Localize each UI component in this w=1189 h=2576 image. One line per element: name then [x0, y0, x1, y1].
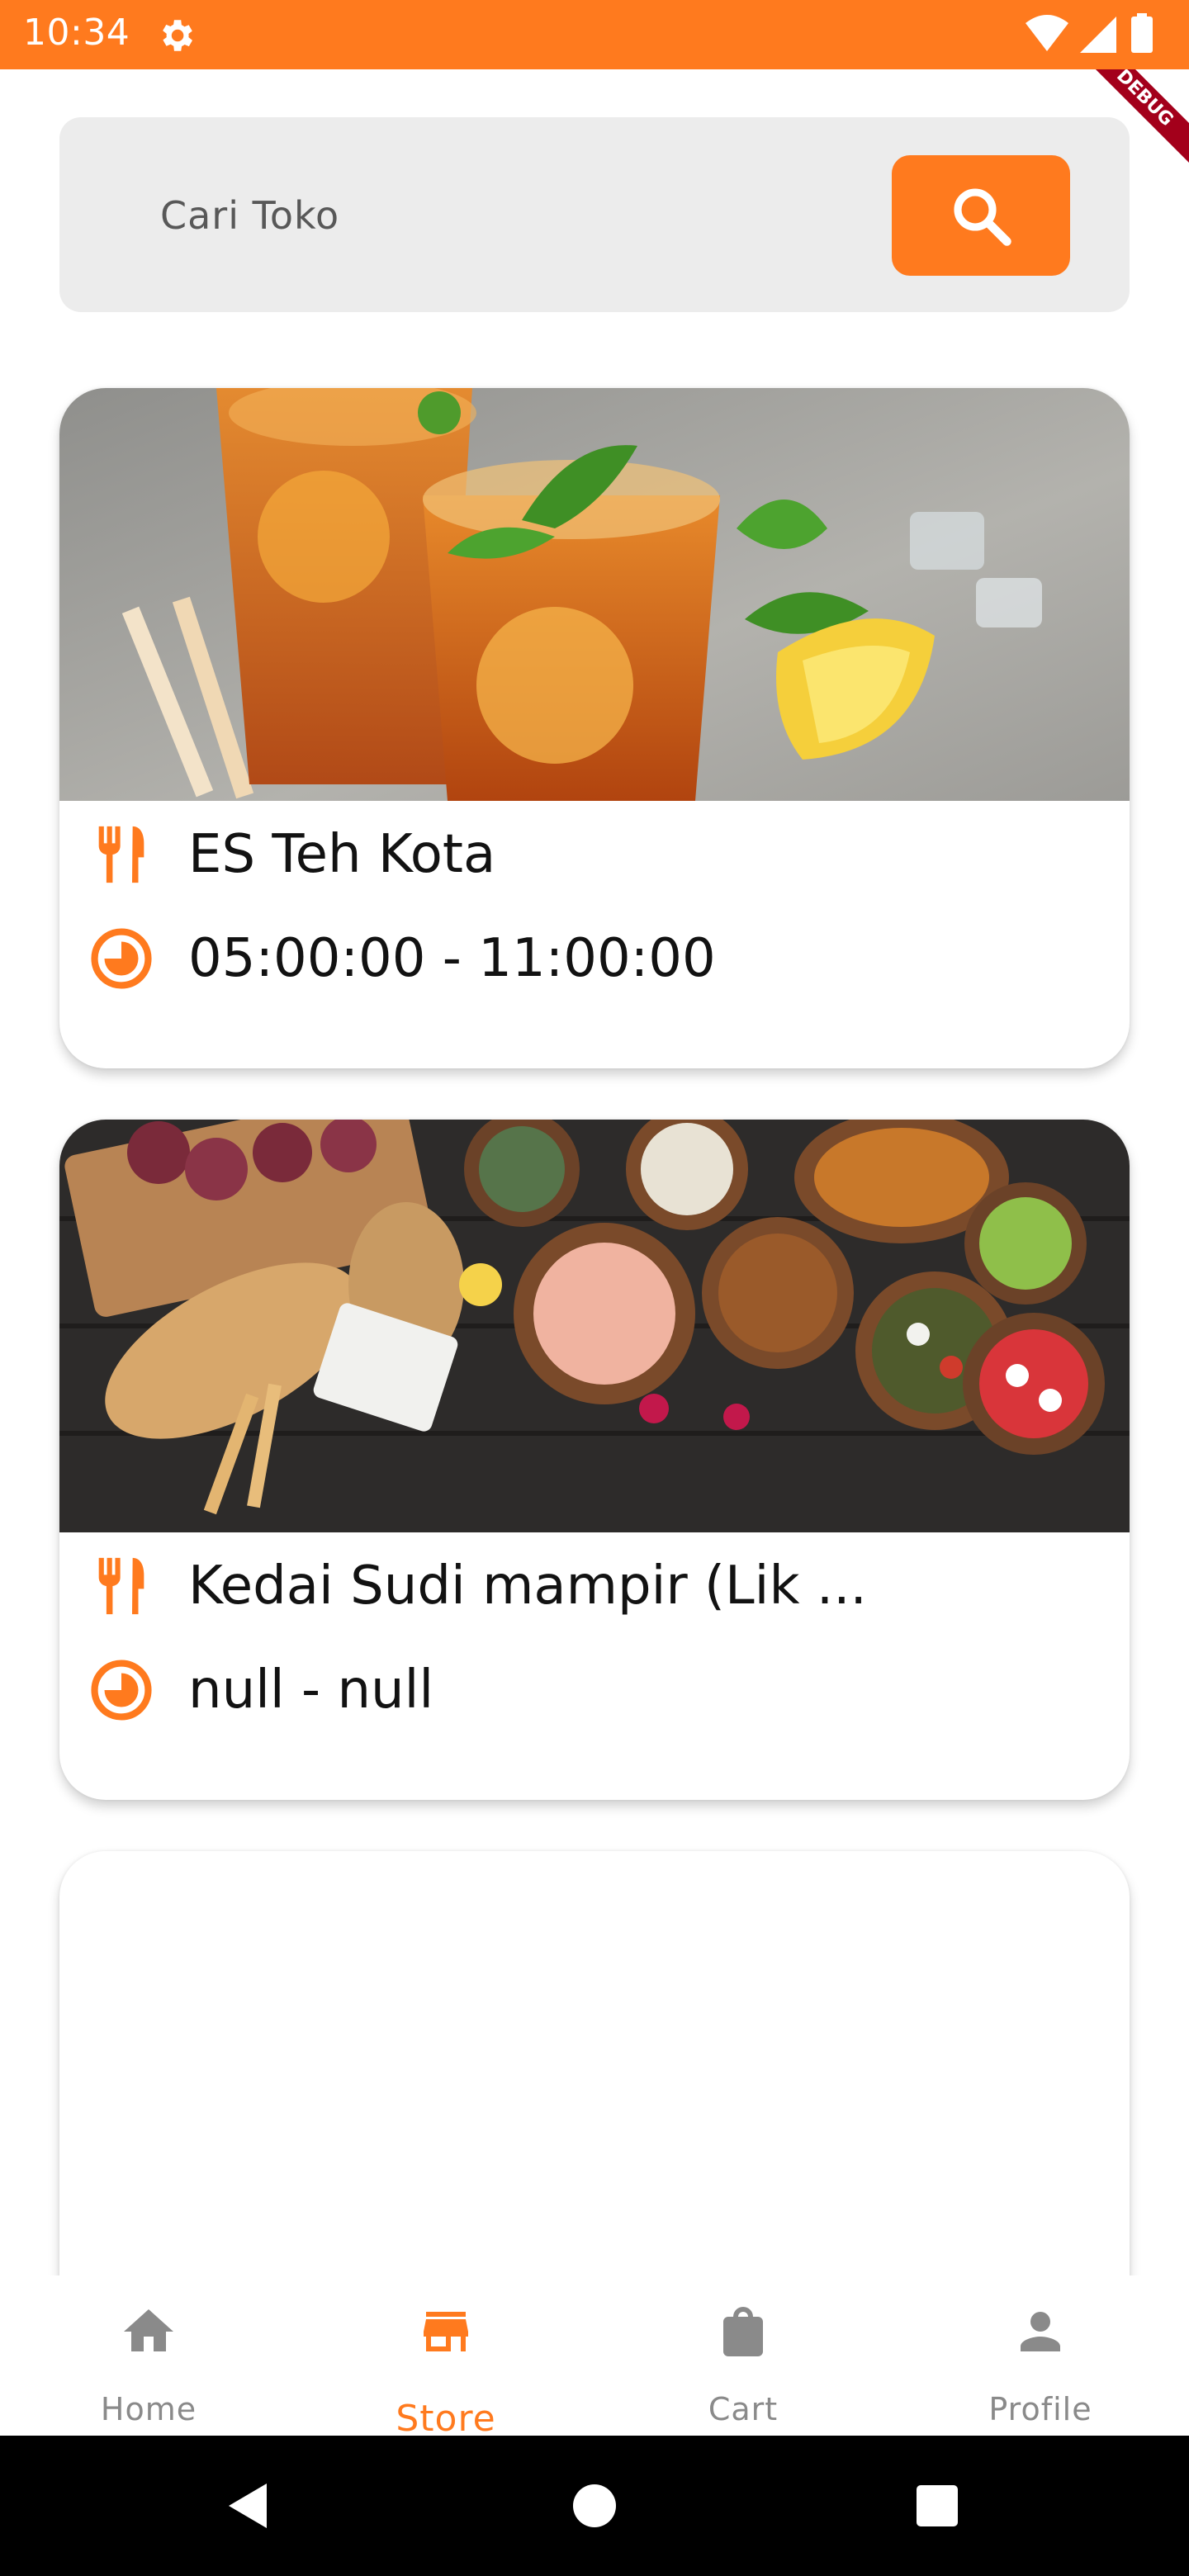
nav-home[interactable]: Home: [0, 2275, 297, 2436]
home-button-icon[interactable]: [557, 2469, 632, 2543]
store-hours-row: 05:00:00 - 11:00:00: [59, 921, 1130, 996]
wifi-icon: [1026, 15, 1068, 51]
status-icons: [1026, 13, 1153, 53]
bottom-navigation: Home Store Cart Profile: [0, 2275, 1189, 2440]
store-image: [59, 1120, 1130, 1532]
store-card[interactable]: ES Teh Kota 05:00:00 - 11:00:00: [59, 388, 1130, 1068]
store-name-row: ES Teh Kota: [59, 817, 1130, 892]
nav-store-label: Store: [396, 2398, 496, 2440]
nav-cart-label: Cart: [708, 2391, 779, 2427]
recents-icon[interactable]: [900, 2469, 974, 2543]
home-icon: [124, 2309, 173, 2351]
signal-icon: [1080, 17, 1116, 53]
status-bar: 10:34: [0, 0, 1189, 69]
store-name: Kedai Sudi mampir (Lik ...: [188, 1556, 867, 1617]
store-image: [59, 388, 1130, 801]
store-name-row: Kedai Sudi mampir (Lik ...: [59, 1549, 1130, 1623]
nav-home-label: Home: [100, 2391, 197, 2427]
system-nav-bar: [0, 2436, 1189, 2576]
restaurant-icon: [98, 826, 144, 883]
store-search-bar: [59, 117, 1130, 312]
search-button[interactable]: [892, 155, 1070, 276]
search-input[interactable]: [159, 167, 864, 264]
store-name: ES Teh Kota: [188, 824, 496, 885]
battery-icon: [1131, 17, 1153, 53]
nav-store[interactable]: Store: [297, 2275, 594, 2440]
status-time: 10:34: [23, 12, 130, 54]
nav-profile[interactable]: Profile: [892, 2275, 1189, 2436]
store-hours-row: null - null: [59, 1653, 1130, 1727]
store-card[interactable]: Kedai Sudi mampir (Lik ... null - null: [59, 1120, 1130, 1800]
nav-cart[interactable]: Cart: [594, 2275, 892, 2436]
store-hours: 05:00:00 - 11:00:00: [188, 928, 716, 989]
settings-gear-icon: [163, 20, 192, 51]
shopping-bag-icon: [723, 2307, 763, 2356]
person-icon: [1021, 2312, 1060, 2351]
store-icon: [424, 2312, 468, 2351]
back-icon[interactable]: [211, 2469, 285, 2543]
store-hours: null - null: [188, 1660, 434, 1721]
clock-icon: [91, 1660, 152, 1721]
clock-icon: [91, 928, 152, 989]
search-icon: [954, 188, 1011, 246]
restaurant-icon: [98, 1557, 144, 1615]
nav-profile-label: Profile: [988, 2391, 1092, 2427]
